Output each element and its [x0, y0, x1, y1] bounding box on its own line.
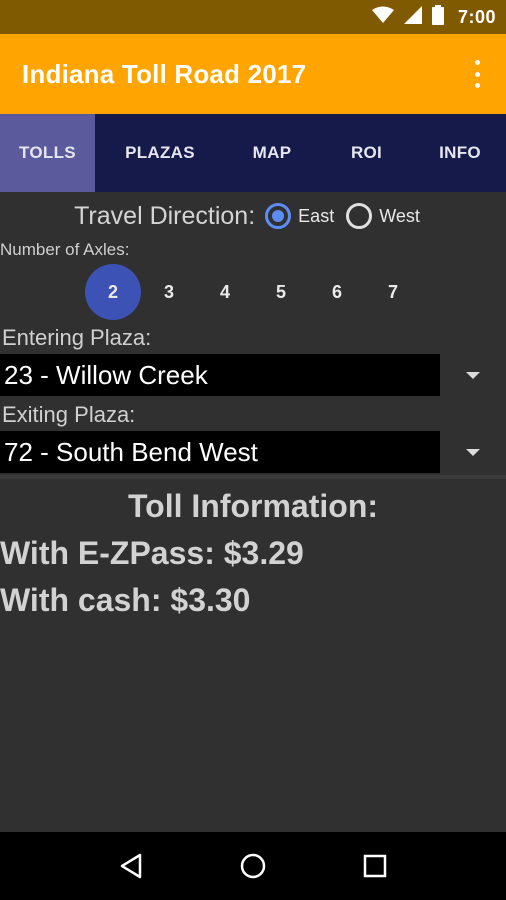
entering-plaza-select[interactable]: 23 - Willow Creek — [0, 354, 440, 396]
app-bar: Indiana Toll Road 2017 — [0, 34, 506, 114]
west-radio-label: West — [379, 205, 420, 226]
status-bar: 7:00 — [0, 0, 506, 34]
ezpass-toll: With E-ZPass: $3.29 — [0, 535, 304, 571]
axle-option-3[interactable]: 3 — [141, 264, 197, 320]
app-title: Indiana Toll Road 2017 — [22, 58, 307, 89]
signal-icon — [403, 5, 422, 29]
status-time: 7:00 — [457, 6, 496, 27]
east-radio-label: East — [298, 205, 335, 226]
axle-option-6[interactable]: 6 — [309, 264, 365, 320]
tab-info[interactable]: INFO — [414, 114, 506, 192]
home-icon[interactable] — [233, 846, 273, 886]
axle-option-5[interactable]: 5 — [253, 264, 309, 320]
west-radio[interactable]: West — [346, 203, 420, 229]
axle-option-2[interactable]: 2 — [85, 264, 141, 320]
recents-icon[interactable] — [355, 846, 395, 886]
battery-icon — [431, 4, 444, 30]
wifi-icon — [371, 6, 394, 29]
travel-direction-row: Travel Direction: East West — [0, 196, 506, 236]
axle-option-7[interactable]: 7 — [365, 264, 421, 320]
tab-map[interactable]: MAP — [225, 114, 319, 192]
tab-roi[interactable]: ROI — [319, 114, 414, 192]
entering-plaza-label: Entering Plaza: — [2, 325, 152, 350]
cash-toll: With cash: $3.30 — [0, 582, 251, 618]
navigation-bar — [0, 832, 506, 900]
tab-tolls[interactable]: TOLLS — [0, 114, 95, 192]
toll-info-title: Toll Information: — [127, 488, 379, 524]
travel-direction-label: Travel Direction: — [74, 201, 256, 230]
exiting-plaza-select[interactable]: 72 - South Bend West — [0, 431, 440, 473]
entering-dropdown-icon[interactable] — [466, 372, 480, 379]
tab-plazas[interactable]: PLAZAS — [95, 114, 225, 192]
east-radio[interactable]: East — [265, 203, 334, 229]
overflow-menu-icon[interactable] — [470, 60, 484, 88]
divider — [0, 475, 506, 479]
exiting-plaza-label: Exiting Plaza: — [2, 402, 136, 427]
tab-bar: TOLLS PLAZAS MAP ROI INFO — [0, 114, 506, 192]
axle-selector: 2 3 4 5 6 7 — [85, 264, 421, 320]
exiting-dropdown-icon[interactable] — [466, 449, 480, 456]
axles-label: Number of Axles: — [0, 240, 130, 259]
axle-option-4[interactable]: 4 — [197, 264, 253, 320]
back-icon[interactable] — [111, 846, 151, 886]
